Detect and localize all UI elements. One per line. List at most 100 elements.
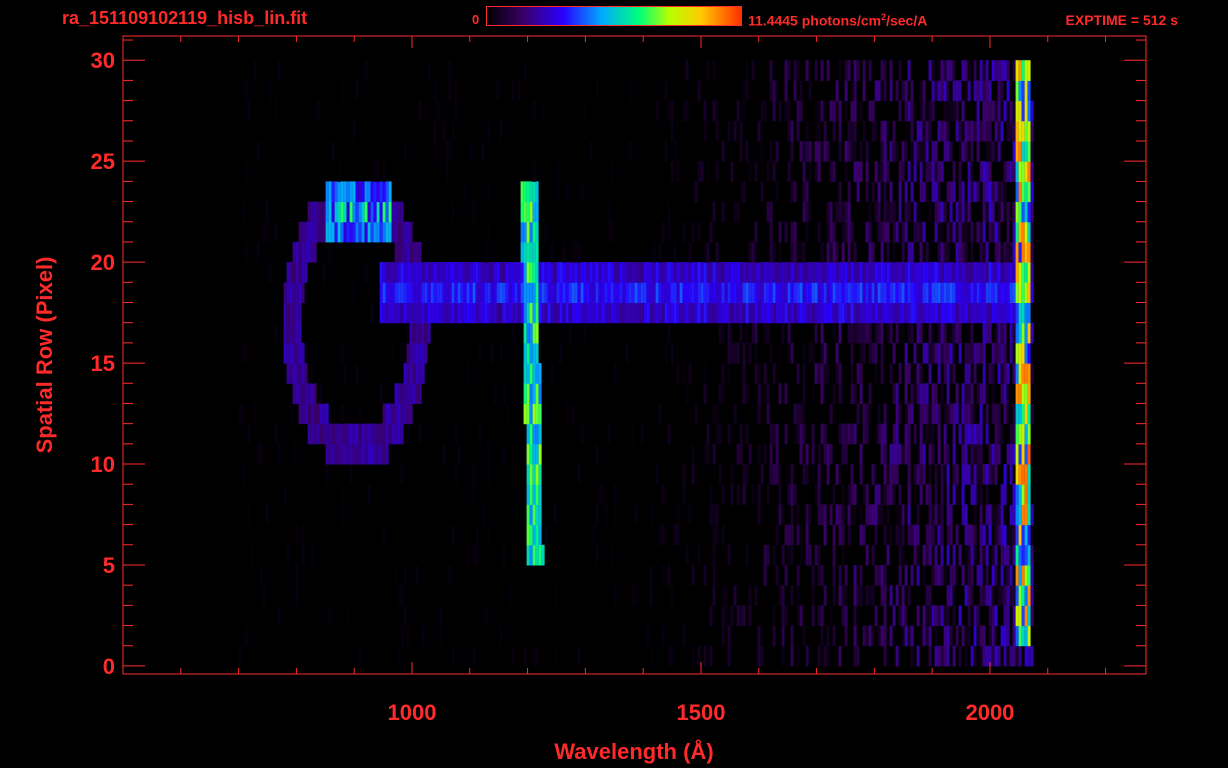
heatmap-cell	[730, 282, 734, 303]
heatmap-cell	[826, 625, 830, 647]
heatmap-cell	[982, 302, 986, 324]
heatmap-cell	[604, 504, 608, 526]
heatmap-cell	[973, 221, 977, 243]
heatmap-cell	[781, 282, 785, 303]
heatmap-cell	[514, 262, 518, 283]
heatmap-cell	[1024, 524, 1028, 546]
heatmap-cell	[451, 282, 455, 303]
heatmap-cell	[1027, 302, 1031, 324]
heatmap-cell	[715, 524, 719, 546]
heatmap-cell	[877, 262, 881, 283]
heatmap-cell	[295, 524, 299, 546]
heatmap-cell	[916, 524, 920, 546]
heatmap-cell	[895, 221, 899, 243]
heatmap-cell	[919, 484, 923, 505]
heatmap-cell	[487, 302, 491, 324]
heatmap-cell	[616, 282, 620, 303]
heatmap-cell	[610, 302, 614, 324]
heatmap-cell	[241, 342, 245, 364]
heatmap-cell	[505, 262, 509, 283]
heatmap-cell	[973, 282, 977, 303]
heatmap-cell	[991, 141, 995, 162]
heatmap-cell	[322, 262, 326, 283]
heatmap-cell	[391, 282, 395, 303]
heatmap-cell	[970, 565, 974, 586]
heatmap-cell	[943, 565, 947, 586]
heatmap-cell	[841, 585, 845, 606]
heatmap-cell	[799, 403, 803, 425]
heatmap-cell	[826, 363, 830, 384]
heatmap-cell	[529, 504, 533, 526]
heatmap-cell	[826, 221, 830, 243]
heatmap-cell	[835, 363, 839, 384]
heatmap-cell	[478, 282, 482, 303]
heatmap-cell	[1015, 80, 1019, 102]
heatmap-cell	[796, 504, 800, 526]
heatmap-cell	[1015, 141, 1019, 162]
heatmap-cell	[409, 342, 413, 364]
heatmap-cell	[916, 443, 920, 465]
heatmap-cell	[637, 262, 641, 283]
heatmap-cell	[496, 282, 500, 303]
heatmap-cell	[958, 221, 962, 243]
heatmap-cell	[1024, 262, 1028, 283]
heatmap-cell	[868, 221, 872, 243]
heatmap-cell	[301, 363, 305, 384]
heatmap-cell	[727, 262, 731, 283]
heatmap-cell	[730, 302, 734, 324]
heatmap-cell	[802, 625, 806, 647]
heatmap-cell	[883, 565, 887, 586]
heatmap-cell	[529, 464, 533, 485]
heatmap-cell	[853, 504, 857, 526]
heatmap-cell	[832, 100, 836, 122]
heatmap-cell	[331, 141, 335, 162]
heatmap-cell	[517, 282, 521, 303]
heatmap-cell	[412, 282, 416, 303]
heatmap-cell	[514, 302, 518, 324]
heatmap-cell	[844, 221, 848, 243]
heatmap-cell	[427, 262, 431, 283]
heatmap-cell	[544, 403, 548, 425]
heatmap-cell	[769, 302, 773, 324]
heatmap-cell	[688, 504, 692, 526]
heatmap-cell	[1003, 544, 1007, 566]
heatmap-cell	[415, 302, 419, 324]
heatmap-cell	[571, 302, 575, 324]
heatmap-cell	[601, 282, 605, 303]
heatmap-cell	[949, 221, 953, 243]
heatmap-cell	[1018, 403, 1022, 425]
heatmap-cell	[781, 302, 785, 324]
heatmap-cell	[916, 282, 920, 303]
heatmap-cell	[982, 262, 986, 283]
heatmap-cell	[1030, 201, 1034, 223]
heatmap-cell	[385, 403, 389, 425]
heatmap-cell	[406, 342, 410, 364]
heatmap-cell	[979, 484, 983, 505]
heatmap-cell	[826, 645, 830, 667]
heatmap-cell	[628, 141, 632, 162]
heatmap-cell	[697, 161, 701, 182]
heatmap-cell	[820, 625, 824, 647]
heatmap-cell	[838, 504, 842, 526]
heatmap-cell	[1012, 60, 1016, 81]
heatmap-cell	[1009, 262, 1013, 283]
heatmap-cell	[799, 544, 803, 566]
heatmap-cell	[904, 100, 908, 122]
heatmap-cell	[886, 120, 890, 142]
heatmap-cell	[769, 262, 773, 283]
heatmap-cell	[898, 262, 902, 283]
heatmap-cell	[805, 464, 809, 485]
heatmap-cell	[706, 60, 710, 81]
heatmap-cell	[595, 443, 599, 465]
heatmap-cell	[880, 504, 884, 526]
heatmap-cell	[475, 262, 479, 283]
heatmap-cell	[760, 141, 764, 162]
heatmap-cell	[922, 565, 926, 586]
heatmap-cell	[877, 161, 881, 182]
heatmap-cell	[823, 342, 827, 364]
heatmap-cell	[961, 120, 965, 142]
heatmap-cell	[286, 302, 290, 324]
heatmap-cell	[1021, 565, 1025, 586]
heatmap-cell	[832, 565, 836, 586]
heatmap-cell	[577, 464, 581, 485]
